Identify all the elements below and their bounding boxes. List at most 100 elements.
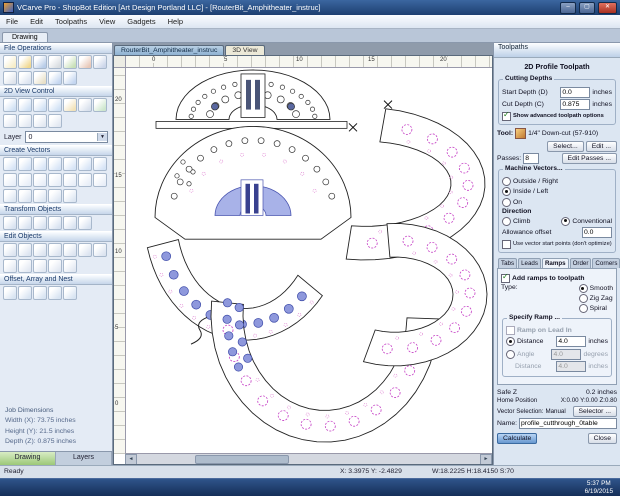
mirror-selection-icon[interactable] bbox=[48, 216, 62, 230]
import-vectors-icon[interactable] bbox=[63, 55, 77, 69]
cut-depth-input[interactable] bbox=[560, 99, 591, 110]
passes-input[interactable] bbox=[523, 153, 540, 164]
nest-objects-icon[interactable] bbox=[63, 259, 77, 273]
guides-toggle-icon[interactable] bbox=[18, 114, 32, 128]
tool-edit-button[interactable]: Edit ... bbox=[585, 140, 617, 152]
linear-array-icon[interactable] bbox=[33, 286, 47, 300]
node-editing-icon[interactable] bbox=[3, 243, 17, 257]
pan-view-icon[interactable] bbox=[63, 98, 77, 112]
maximize-button[interactable]: ▢ bbox=[579, 1, 595, 14]
tab-leads[interactable]: Leads bbox=[518, 258, 541, 268]
start-points-checkbox[interactable] bbox=[502, 239, 511, 249]
save-file-icon[interactable] bbox=[33, 55, 47, 69]
trim-vectors-icon[interactable] bbox=[33, 243, 47, 257]
copy-icon[interactable] bbox=[18, 71, 32, 85]
draw-polyline-icon[interactable] bbox=[78, 157, 92, 171]
undo-icon[interactable] bbox=[48, 71, 62, 85]
extend-line-icon[interactable] bbox=[18, 189, 32, 203]
weld-vectors-icon[interactable] bbox=[3, 259, 17, 273]
snap-settings-icon[interactable] bbox=[48, 189, 62, 203]
text-on-curve-icon[interactable] bbox=[18, 173, 32, 187]
scroll-right-icon[interactable]: ► bbox=[480, 453, 492, 464]
fillet-corners-icon[interactable] bbox=[63, 243, 77, 257]
paste-icon[interactable] bbox=[33, 71, 47, 85]
job-setup-icon[interactable] bbox=[93, 55, 107, 69]
allowance-input[interactable] bbox=[582, 227, 612, 238]
draw-ellipse-icon[interactable] bbox=[18, 157, 32, 171]
zoom-window-icon[interactable] bbox=[33, 98, 47, 112]
add-ramps-checkbox[interactable] bbox=[501, 272, 510, 283]
ramp-angle-input[interactable] bbox=[551, 348, 582, 360]
ramp-distance-input[interactable] bbox=[556, 336, 587, 347]
draw-rectangle-icon[interactable] bbox=[33, 157, 47, 171]
zoom-extents-icon[interactable] bbox=[48, 98, 62, 112]
tool-select-button[interactable]: Select... bbox=[547, 140, 584, 152]
tab-drawing-bottom[interactable]: Drawing bbox=[0, 452, 56, 465]
tab-3d-view[interactable]: 3D View bbox=[225, 45, 265, 55]
draw-arc-icon[interactable] bbox=[48, 173, 62, 187]
close-vector-icon[interactable] bbox=[93, 243, 107, 257]
tab-tabs[interactable]: Tabs bbox=[498, 258, 518, 268]
menu-toolpaths[interactable]: Toolpaths bbox=[49, 17, 93, 26]
draw-circle-icon[interactable] bbox=[3, 157, 17, 171]
menu-view[interactable]: View bbox=[93, 17, 121, 26]
radio-conventional[interactable] bbox=[561, 216, 571, 226]
ramp-lead-in-checkbox[interactable] bbox=[506, 325, 515, 335]
array-copy-icon[interactable] bbox=[48, 259, 62, 273]
redo-icon[interactable] bbox=[63, 71, 77, 85]
radio-ramp-distance[interactable] bbox=[506, 337, 515, 346]
scrollbar-thumb[interactable] bbox=[195, 454, 289, 464]
menu-gadgets[interactable]: Gadgets bbox=[121, 17, 161, 26]
open-file-icon[interactable] bbox=[18, 55, 32, 69]
ramp-distance2-input[interactable] bbox=[556, 361, 587, 372]
trace-bitmap-icon[interactable] bbox=[63, 173, 77, 187]
offset-vectors-icon[interactable] bbox=[3, 286, 17, 300]
radio-spiral[interactable] bbox=[578, 304, 588, 313]
start-depth-input[interactable] bbox=[560, 86, 591, 98]
edit-passes-button[interactable]: Edit Passes ... bbox=[561, 153, 617, 164]
calculate-button[interactable]: Calculate bbox=[497, 433, 538, 444]
toolpath-name-input[interactable] bbox=[519, 418, 617, 429]
insert-symbol-icon[interactable] bbox=[78, 173, 92, 187]
system-clock[interactable]: 5:37 PM 6/19/2015 bbox=[585, 480, 620, 496]
radio-smooth[interactable] bbox=[578, 284, 588, 293]
scale-selection-icon[interactable] bbox=[33, 216, 47, 230]
snap-grid-toggle-icon[interactable] bbox=[3, 114, 17, 128]
radio-zigzag[interactable] bbox=[578, 294, 588, 303]
print-icon[interactable] bbox=[48, 55, 62, 69]
radio-ramp-angle[interactable] bbox=[506, 349, 515, 359]
measure-tool-icon[interactable] bbox=[33, 189, 47, 203]
move-selection-icon[interactable] bbox=[3, 216, 17, 230]
draw-gear-icon[interactable] bbox=[63, 189, 77, 203]
tab-order[interactable]: Order bbox=[569, 258, 592, 268]
refresh-view-icon[interactable] bbox=[93, 98, 107, 112]
close-toolpath-button[interactable]: Close bbox=[587, 433, 617, 444]
zoom-out-icon[interactable] bbox=[18, 98, 32, 112]
extend-vectors-icon[interactable] bbox=[48, 243, 62, 257]
previous-view-icon[interactable] bbox=[78, 98, 92, 112]
horizontal-scrollbar[interactable]: ◄ ► bbox=[125, 453, 492, 464]
minimize-button[interactable]: – bbox=[560, 1, 576, 14]
tab-drawing[interactable]: Drawing bbox=[2, 32, 48, 42]
selector-button[interactable]: Selector ... bbox=[572, 405, 617, 417]
radio-inside-left[interactable] bbox=[502, 187, 511, 196]
measure-icon[interactable] bbox=[18, 243, 32, 257]
draw-polygon-icon[interactable] bbox=[48, 157, 62, 171]
zoom-in-icon[interactable] bbox=[3, 98, 17, 112]
cad-drawing[interactable] bbox=[125, 67, 492, 454]
draw-text-icon[interactable] bbox=[3, 173, 17, 187]
circular-array-icon[interactable] bbox=[48, 286, 62, 300]
subtract-vectors-icon[interactable] bbox=[18, 259, 32, 273]
convert-to-curves-icon[interactable] bbox=[3, 189, 17, 203]
ruler-toggle-icon[interactable] bbox=[33, 114, 47, 128]
align-objects-icon[interactable] bbox=[63, 216, 77, 230]
draw-star-icon[interactable] bbox=[63, 157, 77, 171]
inward-offset-icon[interactable] bbox=[18, 286, 32, 300]
menu-file[interactable]: File bbox=[0, 17, 24, 26]
radio-climb[interactable] bbox=[502, 216, 511, 226]
tab-corners[interactable]: Corners bbox=[592, 258, 620, 268]
draw-bezier-curve-icon[interactable] bbox=[93, 157, 107, 171]
close-button[interactable]: ✕ bbox=[598, 1, 617, 14]
fit-curve-icon[interactable] bbox=[93, 173, 107, 187]
export-vectors-icon[interactable] bbox=[78, 55, 92, 69]
